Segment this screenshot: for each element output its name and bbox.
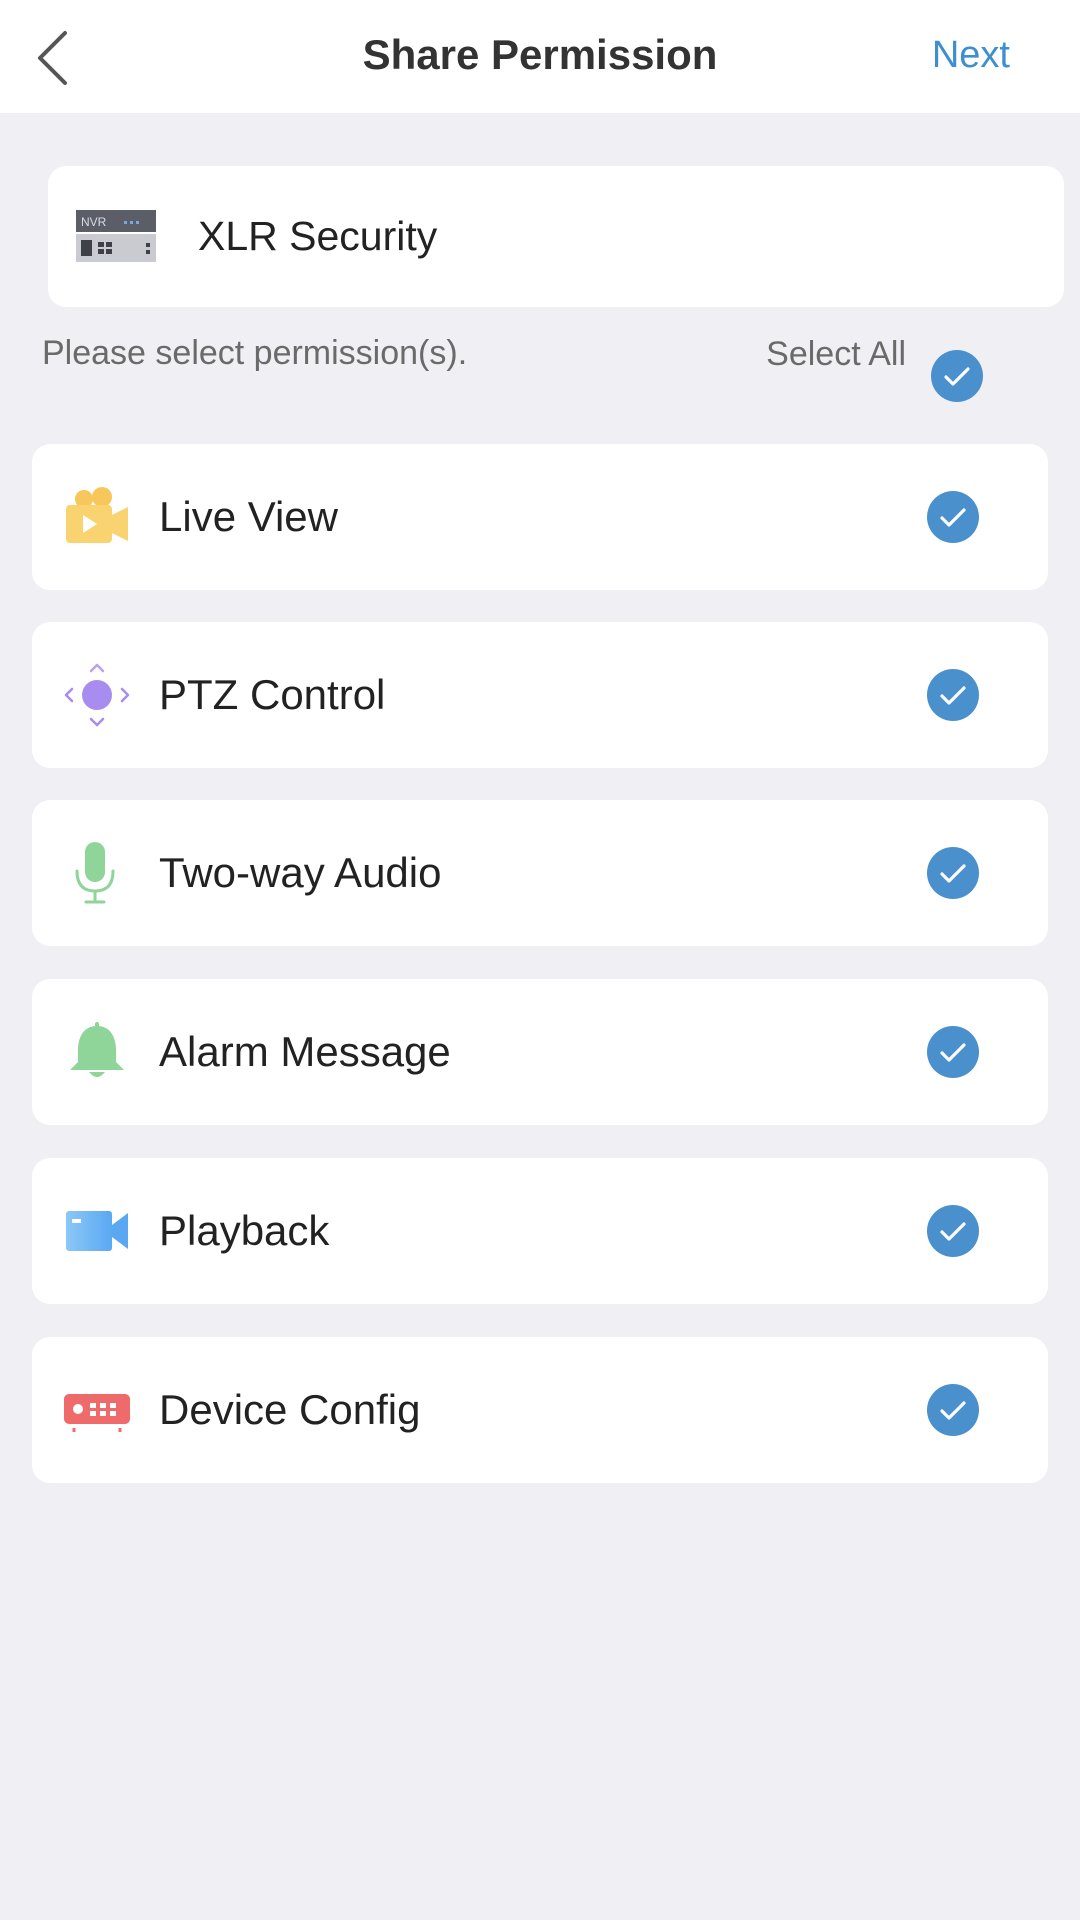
permissions-hint: Please select permission(s).	[42, 334, 468, 372]
permission-label: Two-way Audio	[159, 849, 442, 896]
permission-item-ptz-control[interactable]: PTZ Control	[32, 622, 1048, 768]
permission-label: Playback	[159, 1207, 330, 1254]
nvr-icon: NVR	[76, 208, 156, 264]
checkmark-icon	[940, 864, 966, 883]
next-button[interactable]: Next	[932, 0, 1010, 110]
bell-icon	[64, 1020, 130, 1084]
svg-text:NVR: NVR	[81, 215, 107, 229]
permission-checkbox[interactable]	[927, 669, 979, 721]
permission-label: Device Config	[159, 1386, 421, 1433]
page-title: Share Permission	[362, 31, 718, 78]
permission-item-two-way-audio[interactable]: Two-way Audio	[32, 800, 1048, 946]
select-all-checkbox[interactable]	[931, 350, 983, 402]
permission-checkbox[interactable]	[927, 491, 979, 543]
permission-checkbox[interactable]	[927, 1026, 979, 1078]
permission-checkbox[interactable]	[927, 847, 979, 899]
device-config-icon	[64, 1378, 130, 1442]
checkmark-icon	[940, 686, 966, 705]
video-camera-icon	[64, 1199, 130, 1263]
permission-item-device-config[interactable]: Device Config	[32, 1337, 1048, 1483]
ptz-control-icon	[64, 663, 130, 727]
device-name: XLR Security	[198, 213, 438, 259]
live-view-camera-icon	[64, 485, 130, 549]
checkmark-icon	[940, 508, 966, 527]
checkmark-icon	[940, 1043, 966, 1062]
select-all-label[interactable]: Select All	[756, 334, 906, 374]
permission-item-alarm-message[interactable]: Alarm Message	[32, 979, 1048, 1125]
permission-label: Alarm Message	[159, 1028, 451, 1075]
top-bar: Share Permission Next	[0, 0, 1080, 113]
device-card: NVR XLR Security	[48, 166, 1064, 307]
checkmark-icon	[940, 1222, 966, 1241]
microphone-icon	[64, 841, 130, 905]
permission-checkbox[interactable]	[927, 1384, 979, 1436]
checkmark-icon	[940, 1401, 966, 1420]
checkmark-icon	[944, 367, 970, 386]
permission-checkbox[interactable]	[927, 1205, 979, 1257]
permission-item-playback[interactable]: Playback	[32, 1158, 1048, 1304]
permission-item-live-view[interactable]: Live View	[32, 444, 1048, 590]
permission-label: Live View	[159, 493, 338, 540]
permission-label: PTZ Control	[159, 671, 386, 718]
